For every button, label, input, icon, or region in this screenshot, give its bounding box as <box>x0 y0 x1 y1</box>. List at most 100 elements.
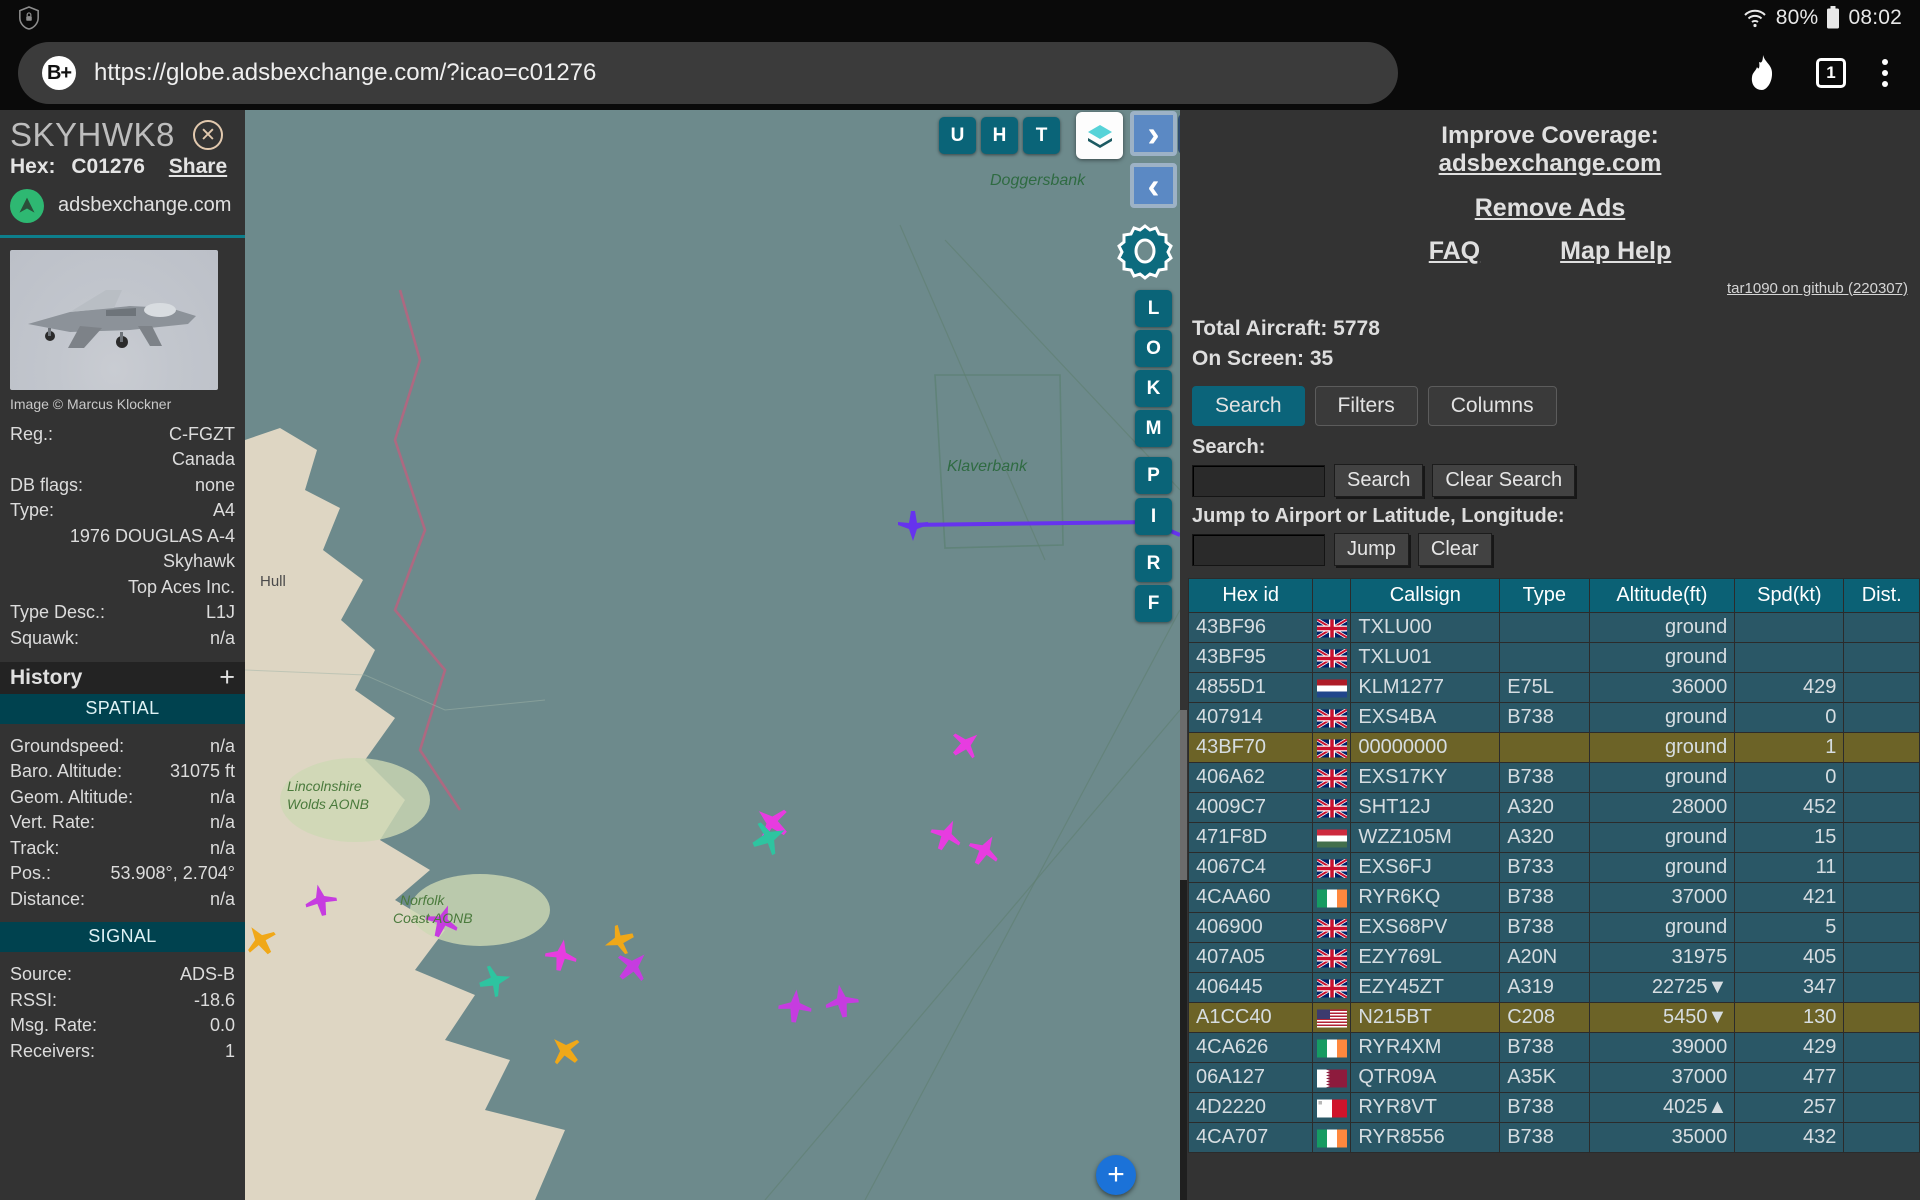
map-button-m[interactable]: M <box>1135 410 1172 447</box>
faq-link[interactable]: FAQ <box>1429 237 1480 266</box>
cell-type <box>1499 612 1590 644</box>
cell-hex-id: 406A62 <box>1187 762 1314 794</box>
country-flag-icon <box>1312 792 1352 824</box>
address-bar[interactable]: B+ https://globe.adsbexchange.com/?icao=… <box>18 42 1398 104</box>
table-row[interactable]: 43BF96 TXLU00 ground <box>1187 612 1920 644</box>
jump-input[interactable] <box>1192 533 1325 566</box>
signal-key: Msg. Rate: <box>10 1015 98 1036</box>
chevron-left-icon[interactable]: ‹ <box>1130 163 1177 208</box>
clear-button[interactable]: Clear <box>1417 533 1492 567</box>
aircraft-icon[interactable] <box>245 920 282 962</box>
table-row[interactable]: 4D2220 RYR8VT B738 4025▲ 257 <box>1187 1092 1920 1124</box>
table-row[interactable]: 406A62 EXS17KY B738 ground 0 <box>1187 762 1920 794</box>
map-button-p[interactable]: P <box>1135 457 1172 494</box>
cell-distance <box>1843 1062 1920 1094</box>
map-button-o[interactable]: O <box>1135 330 1172 367</box>
aircraft-icon[interactable] <box>540 935 582 977</box>
aircraft-icon[interactable] <box>945 725 985 765</box>
share-link[interactable]: Share <box>169 155 227 178</box>
aircraft-icon[interactable] <box>610 945 654 989</box>
jump-button[interactable]: Jump <box>1334 533 1409 567</box>
close-icon[interactable]: ✕ <box>193 120 223 150</box>
tab-count-button[interactable]: 1 <box>1816 58 1846 88</box>
ad-link[interactable]: adsbexchange.com <box>1439 150 1662 177</box>
map-canvas[interactable]: Doggersbank Klaverbank Hull Lincolnshire… <box>245 110 1180 1200</box>
total-aircraft: Total Aircraft: 5778 <box>1192 316 1380 340</box>
table-row[interactable]: 4CA707 RYR8556 B738 35000 432 <box>1187 1122 1920 1154</box>
history-expand-icon[interactable]: + <box>219 664 235 691</box>
map-button-i[interactable]: I <box>1135 498 1172 535</box>
flame-icon[interactable] <box>1746 53 1780 93</box>
selected-aircraft-icon[interactable] <box>893 505 933 545</box>
history-bar[interactable]: History + <box>0 661 245 694</box>
table-row[interactable]: A1CC40 N215BT C208 5450▼ 130 <box>1187 1002 1920 1034</box>
country-flag-icon <box>1312 732 1352 764</box>
aircraft-icon[interactable] <box>820 980 864 1024</box>
table-row[interactable]: 4009C7 SHT12J A320 28000 452 <box>1187 792 1920 824</box>
zoom-in-button[interactable]: + <box>1096 1155 1136 1195</box>
map-button-f[interactable]: F <box>1135 585 1172 622</box>
aircraft-icon[interactable] <box>745 815 791 861</box>
tab-search[interactable]: Search <box>1192 386 1305 427</box>
aircraft-icon[interactable] <box>420 900 464 944</box>
chevron-right-icon[interactable]: › <box>1130 111 1177 156</box>
table-row[interactable]: 43BF95 TXLU01 ground <box>1187 642 1920 674</box>
table-row[interactable]: 4CA626 RYR4XM B738 39000 429 <box>1187 1032 1920 1064</box>
github-link[interactable]: tar1090 on github (220307) <box>1727 280 1908 297</box>
tab-filters[interactable]: Filters <box>1314 386 1418 427</box>
table-header-dist-[interactable]: Dist. <box>1843 578 1920 614</box>
map-button-t[interactable]: T <box>1023 117 1060 154</box>
map-button-h[interactable]: H <box>981 117 1018 154</box>
clear-search-button[interactable]: Clear Search <box>1432 464 1576 498</box>
aircraft-icon[interactable] <box>925 815 967 857</box>
table-row[interactable]: 43BF70 00000000 ground 1 <box>1187 732 1920 764</box>
scrollbar-thumb[interactable] <box>1180 710 1187 880</box>
table-row[interactable]: 407914 EXS4BA B738 ground 0 <box>1187 702 1920 734</box>
detail-value: L1J <box>205 602 235 623</box>
map-button-u[interactable]: U <box>939 117 976 154</box>
tab-columns[interactable]: Columns <box>1427 386 1557 427</box>
cell-altitude: 31975 <box>1588 942 1736 974</box>
table-row[interactable]: 406445 EZY45ZT A319 22725▼ 347 <box>1187 972 1920 1004</box>
table-row[interactable]: 407A05 EZY769L A20N 31975 405 <box>1187 942 1920 974</box>
cell-distance <box>1843 732 1920 764</box>
remove-ads-link[interactable]: Remove Ads <box>1180 194 1920 223</box>
profile-badge-icon[interactable]: B+ <box>42 56 76 90</box>
table-header-spd-kt-[interactable]: Spd(kt) <box>1734 578 1845 614</box>
table-header-type[interactable]: Type <box>1499 578 1590 614</box>
search-button[interactable]: Search <box>1334 464 1424 498</box>
table-header-callsign[interactable]: Callsign <box>1350 578 1501 614</box>
table-row[interactable]: 4CAA60 RYR6KQ B738 37000 421 <box>1187 882 1920 914</box>
aircraft-icon[interactable] <box>545 1030 587 1072</box>
table-header-flag[interactable] <box>1312 578 1352 614</box>
gear-icon[interactable] <box>1114 220 1176 282</box>
table-row[interactable]: 06A127 QTR09A A35K 37000 477 <box>1187 1062 1920 1094</box>
table-row[interactable]: 4067C4 EXS6FJ B733 ground 11 <box>1187 852 1920 884</box>
search-input[interactable] <box>1192 464 1325 497</box>
url-text[interactable]: https://globe.adsbexchange.com/?icao=c01… <box>94 59 596 87</box>
map-button-l[interactable]: L <box>1135 290 1172 327</box>
cell-type: A20N <box>1499 942 1590 974</box>
map-button-k[interactable]: K <box>1135 370 1172 407</box>
table-header-altitude-ft-[interactable]: Altitude(ft) <box>1588 578 1736 614</box>
kebab-menu-icon[interactable] <box>1882 59 1888 87</box>
table-scrollbar[interactable] <box>1180 710 1187 1200</box>
detail-key: Type: <box>10 500 55 521</box>
aircraft-icon[interactable] <box>773 985 817 1029</box>
map-button-r[interactable]: R <box>1135 545 1172 582</box>
map-layers-icon[interactable] <box>1076 112 1123 159</box>
aircraft-icon[interactable] <box>473 960 515 1002</box>
country-flag-icon <box>1312 882 1352 914</box>
table-row[interactable]: 471F8D WZZ105M A320 ground 15 <box>1187 822 1920 854</box>
jump-label: Jump to Airport or Latitude, Longitude: <box>1192 505 1565 528</box>
cell-altitude: 28000 <box>1588 792 1736 824</box>
table-header-hex-id[interactable]: Hex id <box>1187 578 1314 614</box>
table-row[interactable]: 406900 EXS68PV B738 ground 5 <box>1187 912 1920 944</box>
aircraft-icon[interactable] <box>300 880 342 922</box>
table-row[interactable]: 4855D1 KLM1277 E75L 36000 429 <box>1187 672 1920 704</box>
aircraft-icon[interactable] <box>963 830 1005 872</box>
country-flag-icon <box>1312 1062 1352 1094</box>
map-help-link[interactable]: Map Help <box>1560 237 1671 266</box>
cell-type: B738 <box>1499 762 1590 794</box>
spatial-value: n/a <box>209 888 235 909</box>
